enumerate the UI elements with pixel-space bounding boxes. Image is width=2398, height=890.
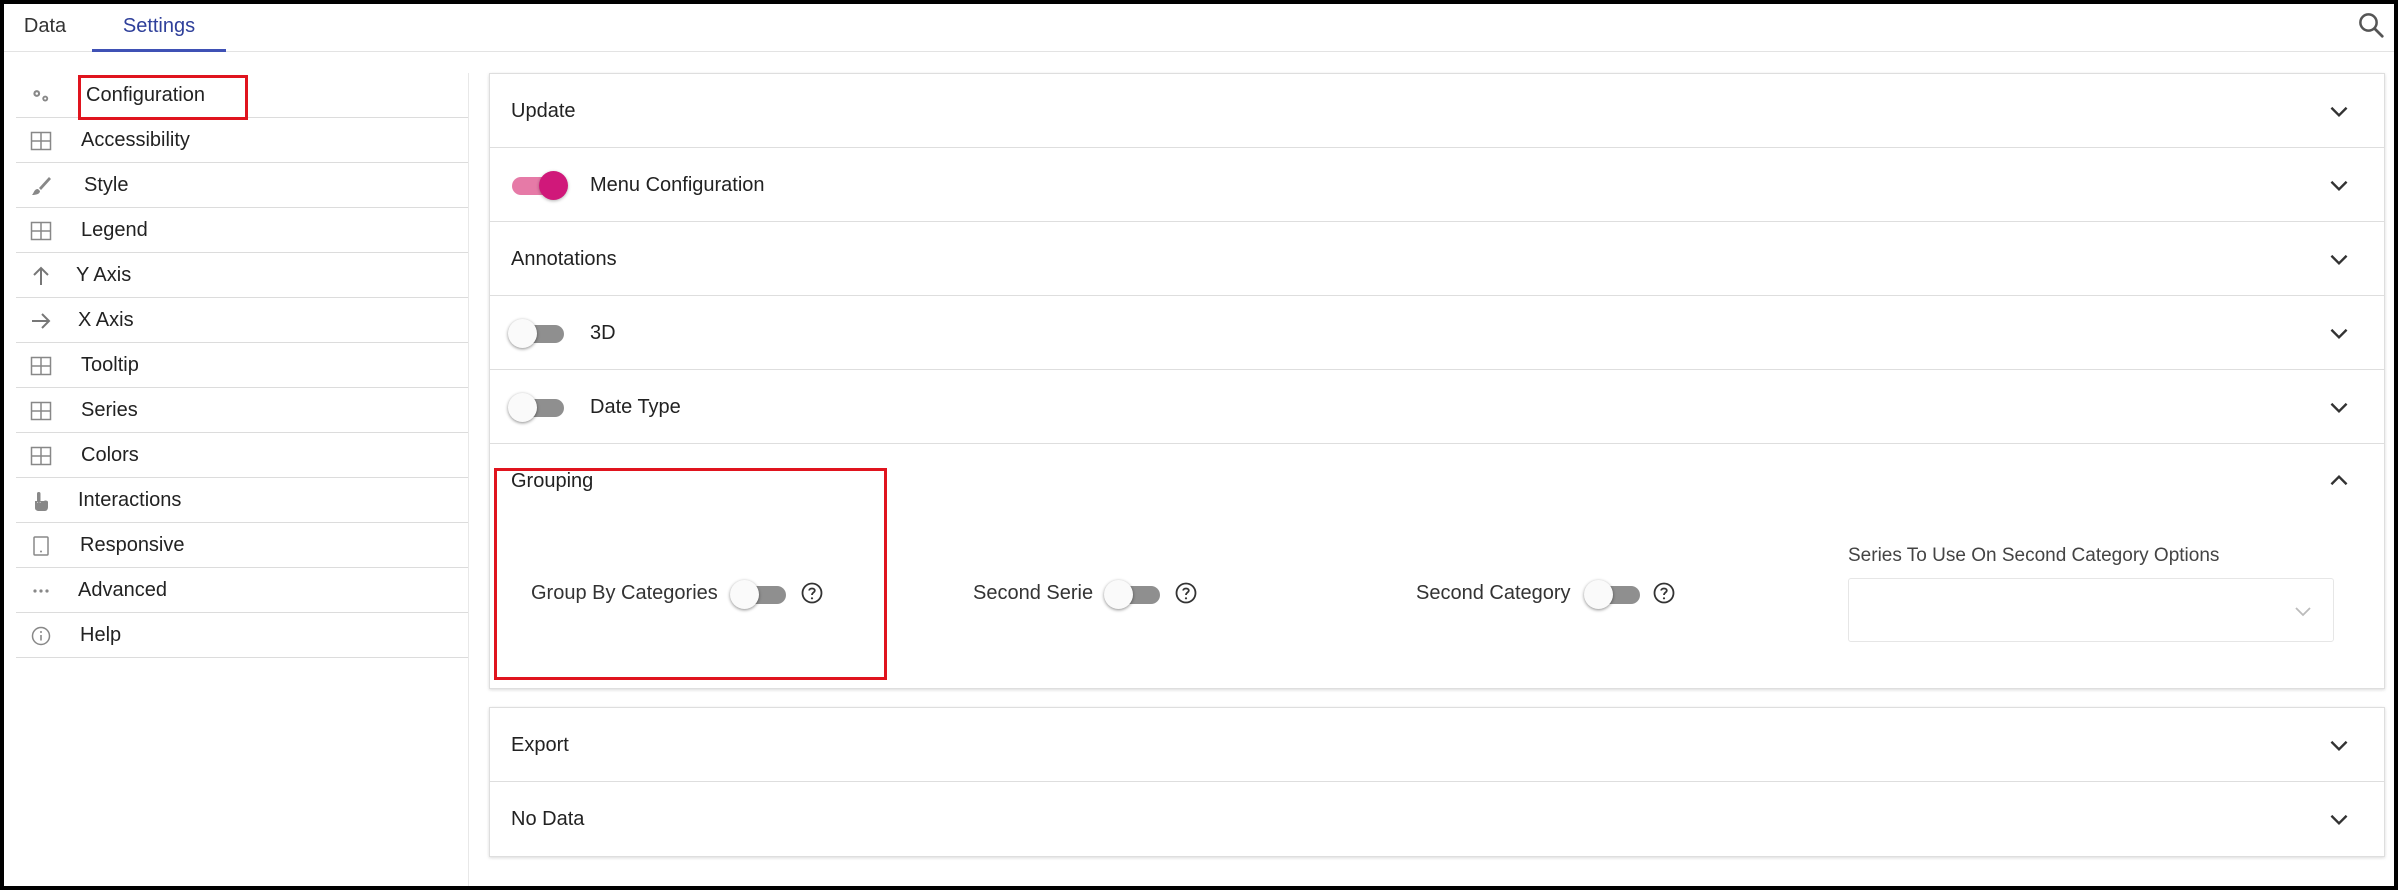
chevron-down-icon[interactable] — [2326, 320, 2352, 346]
sidebar-item-interactions[interactable]: Interactions — [16, 478, 468, 523]
sidebar-item-accessibility[interactable]: Accessibility — [16, 118, 468, 163]
grouping-highlight-box — [494, 468, 887, 680]
brush-icon — [30, 175, 52, 197]
series-to-use-select[interactable] — [1848, 578, 2334, 642]
sidebar-item-tooltip[interactable]: Tooltip — [16, 343, 468, 388]
toggle-knob — [1584, 580, 1613, 609]
panel-no-data[interactable]: No Data — [490, 782, 2384, 856]
sidebar-item-label: Colors — [81, 444, 139, 466]
hand-pointer-icon — [30, 490, 52, 512]
chevron-down-icon[interactable] — [2326, 806, 2352, 832]
sidebar-item-label: Responsive — [80, 534, 185, 556]
info-icon — [30, 625, 52, 647]
search-icon[interactable] — [2356, 10, 2386, 40]
menu-configuration-toggle[interactable] — [508, 168, 568, 202]
second-category-label: Second Category — [1416, 582, 1571, 604]
configuration-highlight-box — [78, 75, 248, 120]
toggle-knob — [508, 319, 537, 348]
help-circle-icon[interactable] — [1174, 581, 1198, 605]
grid-icon — [30, 400, 52, 422]
sidebar-item-label: Advanced — [78, 579, 167, 601]
tablet-icon — [30, 535, 52, 557]
sidebar-item-label: X Axis — [78, 309, 134, 331]
arrow-right-icon — [30, 310, 52, 332]
sidebar-item-legend[interactable]: Legend — [16, 208, 468, 253]
sidebar-item-label: Y Axis — [76, 264, 132, 286]
chevron-down-icon[interactable] — [2326, 98, 2352, 124]
sidebar-item-responsive[interactable]: Responsive — [16, 523, 468, 568]
panel-date-type[interactable]: Date Type — [490, 370, 2384, 444]
panel-title: 3D — [590, 322, 616, 344]
sidebar-item-label: Tooltip — [81, 354, 139, 376]
chevron-up-icon[interactable] — [2326, 468, 2352, 494]
grid-icon — [30, 355, 52, 377]
panel-3d[interactable]: 3D — [490, 296, 2384, 370]
panel-menu-configuration[interactable]: Menu Configuration — [490, 148, 2384, 222]
sidebar-item-help[interactable]: Help — [16, 613, 468, 658]
gears-icon — [30, 85, 52, 107]
panel-title: Export — [511, 734, 569, 756]
sidebar-item-style[interactable]: Style — [16, 163, 468, 208]
second-category-toggle[interactable] — [1584, 577, 1644, 611]
second-serie-label: Second Serie — [973, 582, 1094, 604]
chevron-down-icon[interactable] — [2326, 246, 2352, 272]
chevron-down-icon[interactable] — [2326, 732, 2352, 758]
sidebar-item-label: Series — [81, 399, 138, 421]
panel-annotations[interactable]: Annotations — [490, 222, 2384, 296]
sidebar-item-colors[interactable]: Colors — [16, 433, 468, 478]
panel-title: Update — [511, 100, 576, 122]
panel-title: Date Type — [590, 396, 681, 418]
grid-icon — [30, 220, 52, 242]
panel-export[interactable]: Export — [490, 708, 2384, 782]
grid-icon — [30, 130, 52, 152]
date-type-toggle[interactable] — [508, 390, 568, 424]
panel-title: No Data — [511, 808, 585, 830]
3d-toggle[interactable] — [508, 316, 568, 350]
sidebar-item-series[interactable]: Series — [16, 388, 468, 433]
tab-bar: Data Settings — [4, 4, 2394, 52]
series-to-use-label: Series To Use On Second Category Options — [1848, 545, 2220, 566]
sidebar-divider — [468, 73, 469, 886]
sidebar-item-advanced[interactable]: Advanced — [16, 568, 468, 613]
toggle-knob — [508, 393, 537, 422]
sidebar-item-label: Style — [84, 174, 129, 196]
arrow-up-icon — [30, 265, 52, 287]
grid-icon — [30, 445, 52, 467]
sidebar-item-label: Help — [80, 624, 122, 646]
second-serie-toggle[interactable] — [1104, 577, 1164, 611]
sidebar-item-y-axis[interactable]: Y Axis — [16, 253, 468, 298]
tab-data[interactable]: Data — [20, 4, 70, 52]
settings-panels: Update Menu Configuration Annotations 3D — [489, 73, 2385, 857]
panel-update[interactable]: Update — [490, 74, 2384, 148]
panel-group-secondary: Export No Data — [489, 707, 2385, 857]
sidebar-item-label: Legend — [81, 219, 148, 241]
chevron-down-icon[interactable] — [2326, 394, 2352, 420]
chevron-down-icon — [2295, 607, 2311, 617]
panel-title: Menu Configuration — [590, 174, 765, 196]
panel-title: Annotations — [511, 248, 617, 270]
settings-sidebar: Configuration Accessibility Style Legend… — [16, 73, 468, 658]
tab-settings[interactable]: Settings — [92, 4, 226, 52]
chevron-down-icon[interactable] — [2326, 172, 2352, 198]
help-circle-icon[interactable] — [1652, 581, 1676, 605]
ellipsis-icon — [30, 580, 52, 602]
sidebar-item-x-axis[interactable]: X Axis — [16, 298, 468, 343]
sidebar-item-label: Accessibility — [81, 129, 190, 151]
sidebar-item-label: Interactions — [78, 489, 182, 511]
toggle-knob — [539, 171, 568, 200]
toggle-knob — [1104, 580, 1133, 609]
